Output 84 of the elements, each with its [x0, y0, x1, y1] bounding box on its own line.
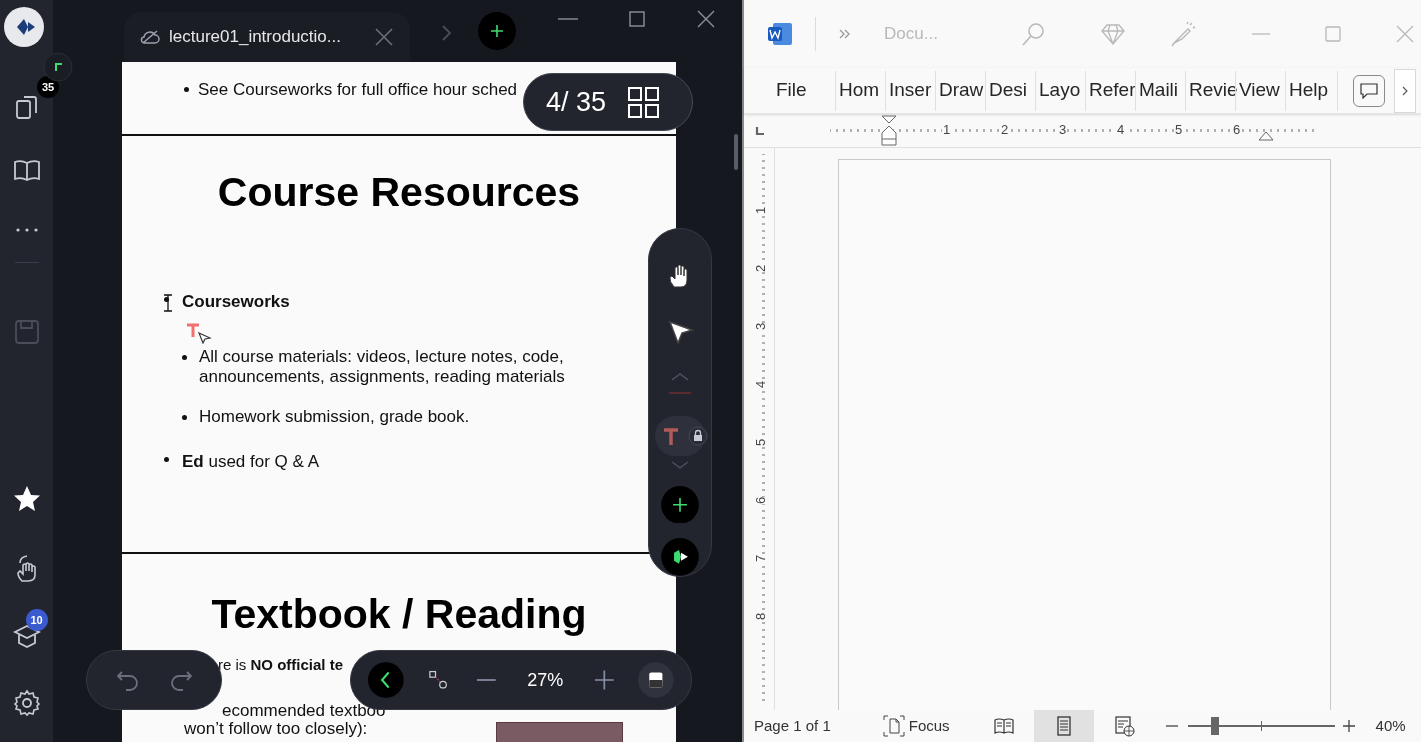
overflow-chevron-icon[interactable] [839, 29, 851, 39]
ruler-number: 2 [1000, 122, 1010, 136]
ribbon-tab[interactable]: Maili [1135, 70, 1185, 111]
grid-view-icon[interactable] [628, 86, 660, 118]
fit-selection-icon[interactable] [427, 669, 449, 691]
expand-corner-icon[interactable] [43, 52, 73, 82]
page-count: Page 1 of 1 [754, 715, 831, 736]
zoom-slider[interactable] [1187, 717, 1335, 735]
count-badge: 10 [25, 609, 48, 631]
pointer-tool-icon[interactable] [666, 318, 694, 347]
zoom-out-icon[interactable] [1165, 724, 1178, 728]
slider-thumb[interactable] [1211, 717, 1220, 735]
settings-icon[interactable] [11, 688, 42, 718]
panel-toggle-button[interactable] [638, 661, 674, 699]
zoom-percentage: 40% [1375, 715, 1406, 736]
word-app-icon[interactable] [767, 22, 793, 46]
app-logo-button[interactable] [661, 538, 699, 577]
slide-text: won’t follow too closely): [184, 718, 368, 740]
redo-icon[interactable] [168, 669, 193, 691]
focus-icon [882, 715, 905, 737]
close-icon[interactable] [374, 27, 394, 47]
ruler-number: 6 [754, 496, 768, 505]
star-icon[interactable] [11, 484, 42, 514]
zoom-level: 27% [526, 668, 565, 692]
focus-button[interactable]: Focus [882, 714, 950, 738]
document-tab[interactable]: lecture01_introductio... [124, 12, 410, 62]
ribbon-tab[interactable]: Hom [835, 70, 885, 111]
ruler-number: 2 [754, 264, 768, 273]
comment-icon [1360, 82, 1378, 99]
new-tab-button[interactable] [478, 12, 516, 50]
ribbon-tab[interactable]: Layo [1035, 70, 1085, 111]
ruler-number: 1 [754, 206, 768, 215]
zoom-in-icon[interactable] [1342, 720, 1355, 732]
scrollbar[interactable] [734, 134, 738, 170]
bullet-text: All course materials: videos, lecture notes, code, announcements, assignments, reading materials [199, 346, 566, 387]
app-logo[interactable] [4, 7, 44, 47]
ruler-number: 5 [754, 438, 768, 447]
ruler-number: 3 [754, 322, 768, 331]
ruler-number: 6 [1232, 122, 1242, 136]
maximize-icon[interactable] [629, 11, 645, 27]
add-button[interactable] [661, 485, 699, 524]
print-view-button[interactable] [1033, 710, 1094, 742]
web-page-icon [1112, 715, 1135, 737]
slide-title: Textbook / Reading [210, 594, 588, 635]
cloud-off-icon [140, 29, 160, 45]
ruler-number: 7 [754, 554, 768, 563]
ruler-number: 4 [1116, 122, 1126, 136]
ribbon-tab[interactable]: Refer [1085, 70, 1135, 111]
back-button[interactable] [368, 661, 404, 699]
page-counter[interactable]: 4/ 35 [523, 73, 693, 131]
ribbon-tab[interactable]: Inser [885, 70, 935, 111]
text-tool-cursor-icon [186, 322, 212, 344]
ruler-number: 1 [942, 122, 952, 136]
indent-marker-icon[interactable] [881, 114, 897, 147]
bullet-text: Ed used for Q & A [182, 450, 319, 473]
ribbon-tab[interactable]: Desi [985, 70, 1035, 111]
slide-text: re is NO official te [218, 655, 344, 675]
text-tool-button[interactable] [655, 416, 705, 456]
pages-icon[interactable] [16, 96, 37, 119]
ruler-number: 3 [1058, 122, 1068, 136]
ribbon-tab[interactable]: Revie [1185, 70, 1235, 111]
chevron-right-icon [1402, 85, 1408, 96]
close-icon[interactable] [697, 10, 715, 28]
bullet-text: Homework submission, grade book. [199, 406, 471, 427]
book-icon [992, 715, 1015, 737]
tab-stop-icon[interactable] [755, 125, 765, 136]
undo-icon[interactable] [115, 669, 140, 691]
document-title: Docu... [884, 23, 938, 46]
bullet-text: See Courseworks for full office hour sched [198, 79, 518, 101]
ribbon-tab[interactable]: Draw [935, 70, 985, 111]
ribbon-tab[interactable]: View [1235, 70, 1285, 111]
slide-title: Course Resources [216, 172, 582, 213]
ruler-number: 8 [754, 612, 768, 621]
text-cursor-icon [162, 294, 174, 312]
minimize-icon[interactable] [558, 17, 578, 21]
ruler-number: 5 [1174, 122, 1184, 136]
zoom-out-icon[interactable] [476, 678, 497, 682]
ribbon-tab[interactable]: Help [1285, 70, 1338, 111]
tab-title: lecture01_introductio... [169, 26, 341, 49]
ruler-number: 4 [754, 380, 768, 389]
bullet-text: Courseworks [182, 291, 290, 313]
ribbon-tab[interactable]: File [776, 70, 835, 111]
comments-button[interactable] [1353, 74, 1385, 107]
zoom-in-icon[interactable] [593, 669, 615, 691]
